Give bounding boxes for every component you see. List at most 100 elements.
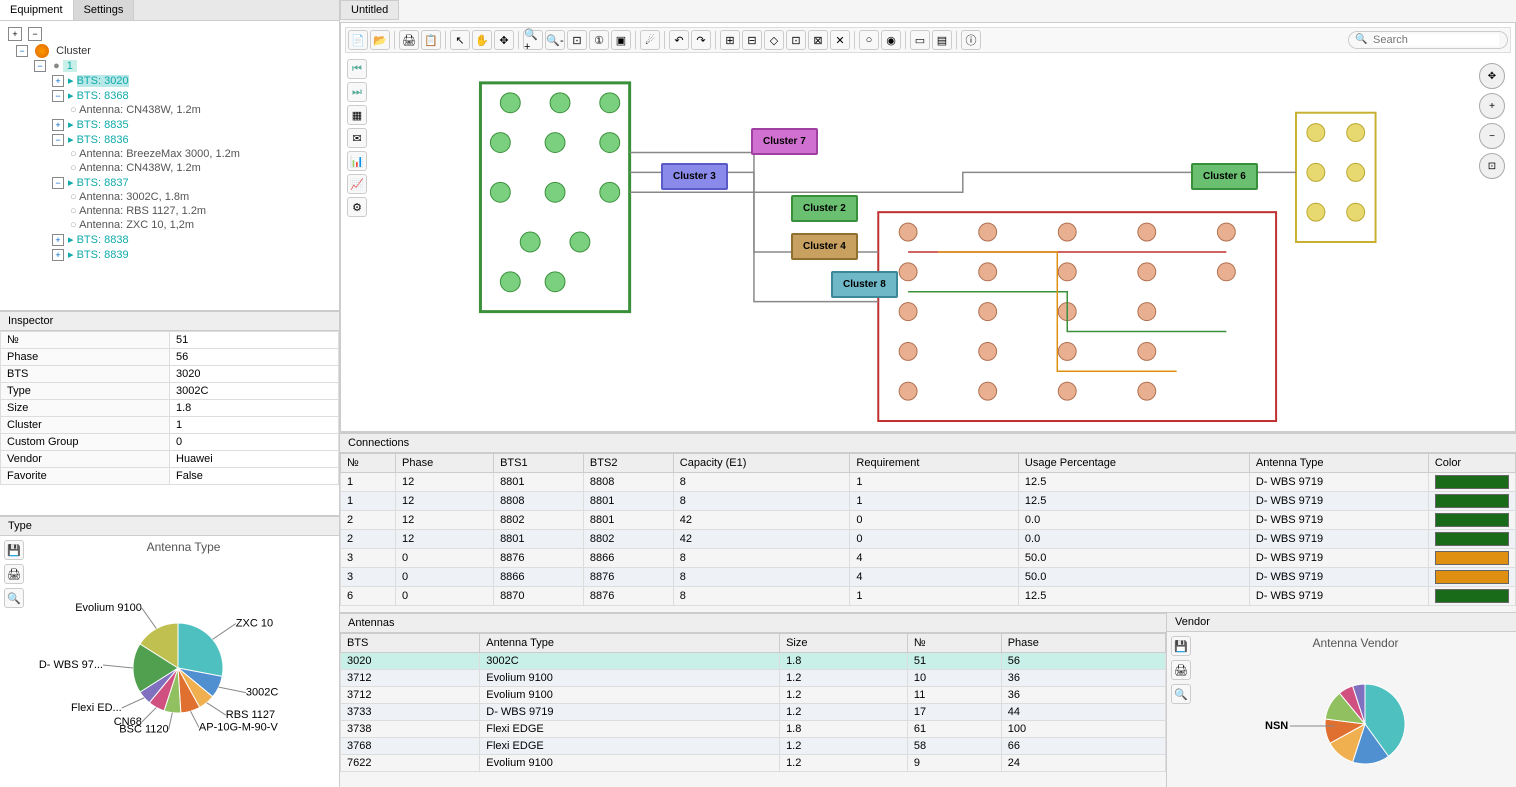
tree-antenna-node[interactable]: ○ Antenna: ZXC 10, 1,2m [4,218,335,232]
side-tool-1[interactable]: ▦ [347,105,367,125]
expand-icon[interactable]: − [34,60,46,72]
nav-first-button[interactable]: ⏮ [347,59,367,79]
layout-2-button[interactable]: ⊟ [742,30,762,50]
vendor-save-button[interactable]: 💾 [1171,636,1191,656]
search-box[interactable] [1348,31,1508,49]
preview-button[interactable]: 📋 [421,30,441,50]
tree-node-1[interactable]: − ● 1 [4,59,335,73]
zoom-out-control[interactable]: − [1479,123,1505,149]
table-row[interactable]: 30886688768450.0D- WBS 9719 [341,568,1516,587]
zoom-reset-button[interactable]: ① [589,30,609,50]
undo-button[interactable]: ↶ [669,30,689,50]
tree-bts-node[interactable]: −▸ BTS: 8836 [4,132,335,147]
inspector-value[interactable]: Huawei [170,451,339,468]
tab-settings[interactable]: Settings [74,0,135,20]
open-button[interactable]: 📂 [370,30,390,50]
table-row[interactable]: 112880188088112.5D- WBS 9719 [341,473,1516,492]
expand-all-button[interactable]: + [8,27,22,41]
tree-bts-node[interactable]: −▸ BTS: 8837 [4,175,335,190]
column-header[interactable]: Phase [396,454,494,473]
layout-6-button[interactable]: ✕ [830,30,850,50]
table-row[interactable]: 212880288014200.0D- WBS 9719 [341,511,1516,530]
layout-4-button[interactable]: ⊡ [786,30,806,50]
column-header[interactable]: № [341,454,396,473]
table-row[interactable]: 3712Evolium 91001.21036 [341,670,1166,687]
search-input[interactable] [1373,34,1499,46]
nav-next-button[interactable]: ⏭ [347,82,367,102]
expand-icon[interactable]: + [52,75,64,87]
layout-3-button[interactable]: ◇ [764,30,784,50]
print-button[interactable]: 🖨 [399,30,419,50]
zoom-region-button[interactable]: ▣ [611,30,631,50]
tree-root[interactable]: − Cluster [4,43,335,59]
redo-button[interactable]: ↷ [691,30,711,50]
tree-bts-node[interactable]: +▸ BTS: 8835 [4,117,335,132]
zoom-in-button[interactable]: 🔍+ [523,30,543,50]
expand-icon[interactable]: + [52,234,64,246]
tree-bts-node[interactable]: +▸ BTS: 8838 [4,232,335,247]
tree-bts-node[interactable]: +▸ BTS: 3020 [4,73,335,88]
inspector-value[interactable]: 1 [170,417,339,434]
tree-antenna-node[interactable]: ○ Antenna: 3002C, 1.8m [4,190,335,204]
table-row[interactable]: 7622Evolium 91001.2924 [341,755,1166,772]
tree-antenna-node[interactable]: ○ Antenna: CN438W, 1.2m [4,161,335,175]
layout-5-button[interactable]: ⊠ [808,30,828,50]
column-header[interactable]: Color [1428,454,1515,473]
cluster-box[interactable]: Cluster 6 [1191,163,1258,190]
zoom-fit-button[interactable]: ⊡ [567,30,587,50]
fit-control[interactable]: ⊡ [1479,153,1505,179]
table-row[interactable]: 112880888018112.5D- WBS 9719 [341,492,1516,511]
inspector-value[interactable]: False [170,468,339,485]
table-row[interactable]: 3768Flexi EDGE1.25866 [341,738,1166,755]
column-header[interactable]: Phase [1001,634,1165,653]
cluster-box[interactable]: Cluster 8 [831,271,898,298]
collapse-all-button[interactable]: − [28,27,42,41]
tree-antenna-node[interactable]: ○ Antenna: CN438W, 1.2m [4,103,335,117]
tree-antenna-node[interactable]: ○ Antenna: RBS 1127, 1.2m [4,204,335,218]
info-button[interactable]: ⓘ [961,30,981,50]
inspector-value[interactable]: 56 [170,349,339,366]
pan-control[interactable]: ✥ [1479,63,1505,89]
move-button[interactable]: ✥ [494,30,514,50]
print-chart-button[interactable]: 🖨 [4,564,24,584]
column-header[interactable]: BTS2 [583,454,673,473]
layout-1-button[interactable]: ⊞ [720,30,740,50]
vendor-zoom-button[interactable]: 🔍 [1171,684,1191,704]
column-header[interactable]: BTS1 [494,454,584,473]
node-style-1-button[interactable]: ○ [859,30,879,50]
table-row[interactable]: 3738Flexi EDGE1.861100 [341,721,1166,738]
zoom-chart-button[interactable]: 🔍 [4,588,24,608]
column-header[interactable]: Usage Percentage [1018,454,1249,473]
inspector-value[interactable]: 3002C [170,383,339,400]
expand-icon[interactable]: − [52,177,64,189]
side-tool-4[interactable]: 📈 [347,174,367,194]
canvas-tab-untitled[interactable]: Untitled [340,0,399,20]
cluster-box[interactable]: Cluster 2 [791,195,858,222]
tree-bts-node[interactable]: −▸ BTS: 8368 [4,88,335,103]
layer-1-button[interactable]: ▭ [910,30,930,50]
column-header[interactable]: Capacity (E1) [673,454,850,473]
node-style-2-button[interactable]: ◉ [881,30,901,50]
expand-icon[interactable]: − [52,134,64,146]
inspector-value[interactable]: 0 [170,434,339,451]
canvas-area[interactable]: 📄 📂 🖨 📋 ↖ ✋ ✥ 🔍+ 🔍- ⊡ ① ▣ ☄ ↶ ↷ ⊞ ⊟ ◇ ⊡ [340,22,1516,432]
zoom-out-button[interactable]: 🔍- [545,30,565,50]
table-row[interactable]: 30887688668450.0D- WBS 9719 [341,549,1516,568]
select-all-button[interactable]: ☄ [640,30,660,50]
inspector-value[interactable]: 3020 [170,366,339,383]
column-header[interactable]: BTS [341,634,480,653]
column-header[interactable]: Requirement [850,454,1019,473]
table-row[interactable]: 3712Evolium 91001.21136 [341,687,1166,704]
table-row[interactable]: 60887088768112.5D- WBS 9719 [341,587,1516,606]
expand-icon[interactable]: + [52,119,64,131]
column-header[interactable]: Size [780,634,908,653]
new-button[interactable]: 📄 [348,30,368,50]
column-header[interactable]: Antenna Type [480,634,780,653]
network-diagram[interactable]: Cluster 3Cluster 7Cluster 2Cluster 4Clus… [381,53,1475,431]
expand-icon[interactable]: − [16,45,28,57]
tree-antenna-node[interactable]: ○ Antenna: BreezeMax 3000, 1.2m [4,147,335,161]
layer-2-button[interactable]: ▤ [932,30,952,50]
cluster-box[interactable]: Cluster 7 [751,128,818,155]
side-tool-5[interactable]: ⚙ [347,197,367,217]
antennas-table[interactable]: BTSAntenna TypeSize№Phase30203002C1.8515… [340,633,1166,772]
